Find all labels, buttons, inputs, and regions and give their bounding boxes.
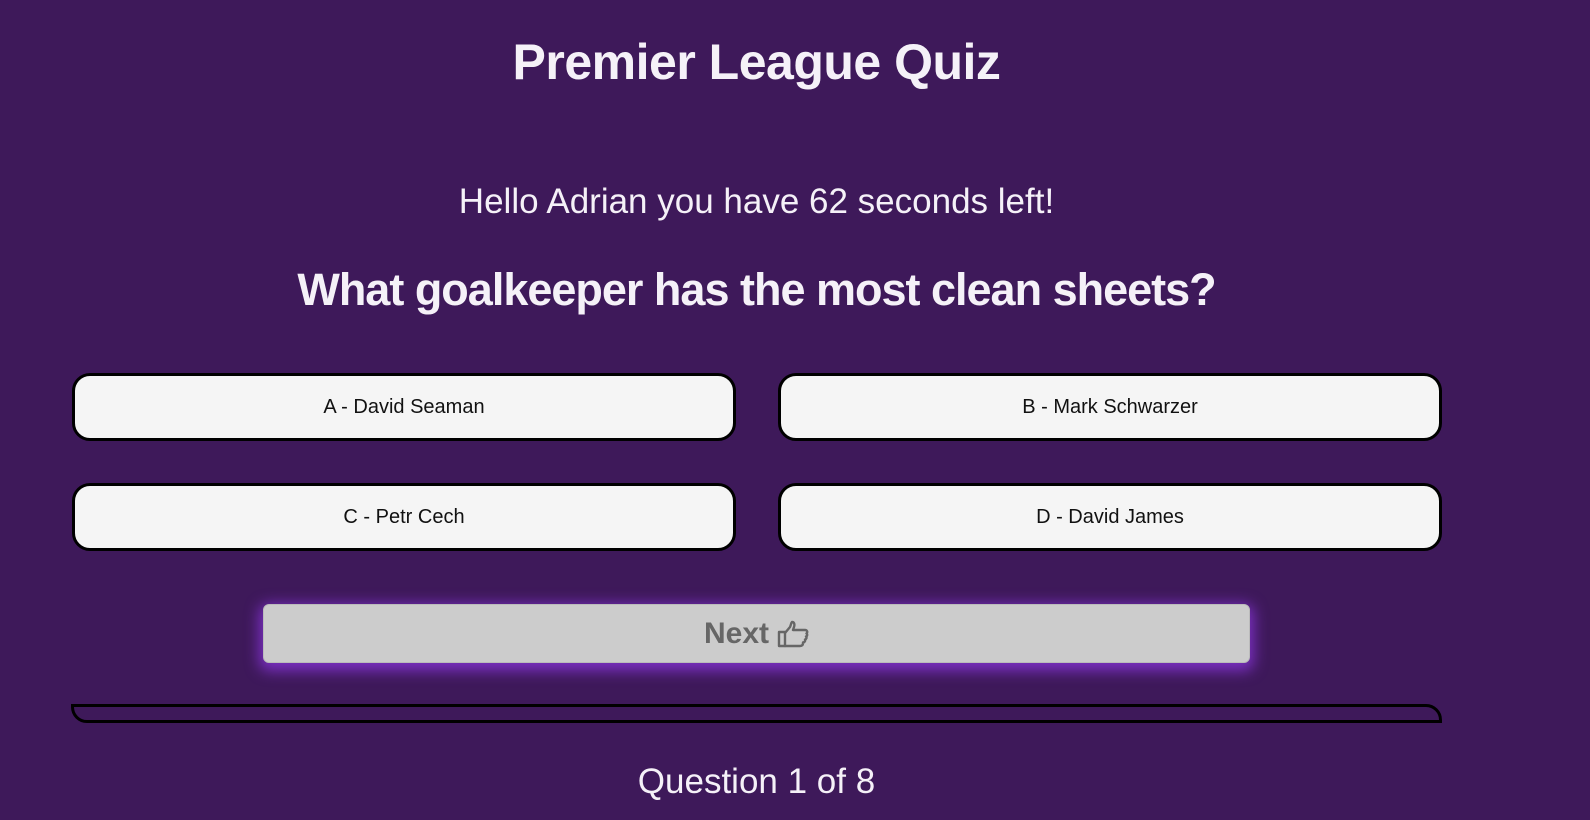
next-button-label: Next — [703, 616, 770, 650]
pointing-hand-right-icon — [777, 620, 809, 648]
timer-greeting: Hello Adrian you have 62 seconds left! — [458, 182, 1055, 221]
answer-button-c[interactable]: C - Petr Cech — [72, 483, 736, 551]
question-counter: Question 1 of 8 — [637, 762, 876, 801]
page-title: Premier League Quiz — [512, 34, 1001, 90]
answer-grid: A - David Seaman B - Mark Schwarzer C - … — [72, 373, 1442, 551]
answer-button-d[interactable]: D - David James — [778, 483, 1442, 551]
question-text: What goalkeeper has the most clean sheet… — [297, 264, 1216, 315]
answer-button-b[interactable]: B - Mark Schwarzer — [778, 373, 1442, 441]
next-button[interactable]: Next — [263, 604, 1250, 663]
progress-bar — [71, 704, 1442, 723]
answer-button-a[interactable]: A - David Seaman — [72, 373, 736, 441]
